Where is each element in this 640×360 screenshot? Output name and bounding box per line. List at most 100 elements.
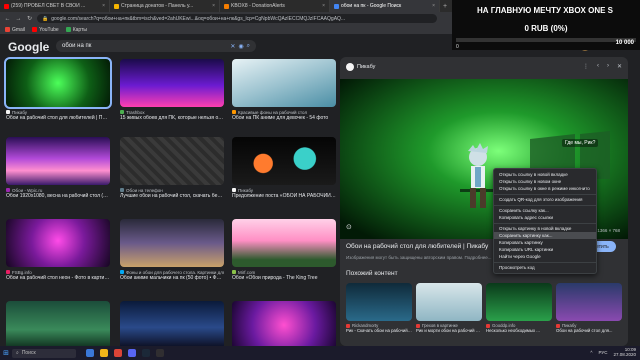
image-result-card[interactable] xyxy=(6,301,110,346)
context-menu-item[interactable]: Просмотреть код xyxy=(494,264,596,271)
related-item[interactable]: Пикабу Обои на рабочий стол для... xyxy=(556,283,622,333)
search-icon[interactable]: ⌕ xyxy=(247,43,250,50)
image-result-card[interactable]: FSBg.info Обои на рабочий стол неон - Фот… xyxy=(6,219,110,282)
clear-icon[interactable]: ✕ xyxy=(230,43,235,50)
windows-start-icon[interactable]: ⊞ xyxy=(0,349,12,357)
language-indicator[interactable]: РУС xyxy=(598,350,607,355)
related-item[interactable]: Gooddp.info Несколько необходимых ... xyxy=(486,283,552,333)
browser-tab[interactable]: Страница донатов - Панель у... × xyxy=(110,0,220,12)
related-thumbnail[interactable] xyxy=(556,283,622,321)
browser-tab[interactable]: KBOX8 - DonationAlerts × xyxy=(220,0,330,12)
image-result-card[interactable]: Фоны и обои для рабочего стола. Картинки… xyxy=(120,219,224,282)
context-menu-item[interactable]: Создать QR-код для этого изображения xyxy=(494,196,596,203)
image-result-card[interactable]: Пикабу Предолжение поста «ОБОИ НА РАБОЧИЙ… xyxy=(232,137,336,200)
result-thumbnail[interactable] xyxy=(120,301,224,346)
bookmark-item[interactable]: Карты xyxy=(65,27,87,33)
result-caption[interactable]: 15 живых обоев для ПК, которые нельзя от… xyxy=(120,115,224,122)
result-thumbnail[interactable] xyxy=(232,137,336,185)
image-result-card[interactable]: Trashbox 15 живых обоев для ПК, которые н… xyxy=(120,59,224,122)
result-thumbnail[interactable] xyxy=(232,59,336,107)
result-thumbnail[interactable] xyxy=(120,59,224,107)
related-caption[interactable]: Рик и морти обои на рабочий стол... xyxy=(416,328,482,333)
related-thumbnail[interactable] xyxy=(486,283,552,321)
result-thumbnail[interactable] xyxy=(6,219,110,267)
chrome-icon[interactable] xyxy=(114,349,122,357)
related-item[interactable]: Rickandmorty Рик - Скачать обои на рабочи… xyxy=(346,283,412,333)
image-result-card[interactable] xyxy=(120,301,224,346)
image-result-card[interactable]: Пикабу Обои на рабочий стол для любителей… xyxy=(4,57,112,122)
more-icon[interactable]: ⋮ xyxy=(583,63,589,70)
bookmark-item[interactable]: YouTube xyxy=(32,27,59,33)
image-result-card[interactable]: Обои - Wpic.ru Обои 1920x1080, весна на р… xyxy=(6,137,110,200)
result-caption[interactable]: Обои на ПК аниме для девочек - 54 фото xyxy=(232,115,336,122)
result-thumbnail[interactable] xyxy=(120,137,224,185)
result-caption[interactable]: Обои 1920x1080, весна на рабочий стол (3… xyxy=(6,193,110,200)
image-result-card[interactable]: Красивые фоны на рабочий стол Обои на ПК … xyxy=(232,59,336,122)
steam-icon[interactable] xyxy=(142,349,150,357)
context-menu-item[interactable]: Сохранить картинку как... xyxy=(494,232,596,239)
context-menu-item[interactable]: Копировать картинку xyxy=(494,239,596,246)
context-menu-item[interactable]: Сохранить ссылку как... xyxy=(494,207,596,214)
task-view-icon[interactable] xyxy=(86,349,94,357)
result-thumbnail[interactable] xyxy=(120,219,224,267)
image-result-card[interactable]: Обои на телефон Лучшие обои на рабочий ст… xyxy=(120,137,224,200)
result-caption[interactable]: Обои на рабочий стол неон - Фото в карти… xyxy=(6,275,110,282)
result-thumbnail[interactable] xyxy=(6,301,110,346)
related-caption[interactable]: Несколько необходимых ... xyxy=(486,328,552,333)
prev-icon[interactable]: ‹ xyxy=(597,63,599,70)
tab-close-icon[interactable]: × xyxy=(212,3,215,9)
obs-icon[interactable] xyxy=(156,349,164,357)
close-icon[interactable]: ✕ xyxy=(617,63,622,70)
result-caption[interactable]: Обои на рабочий стол для любителей | Пик… xyxy=(6,115,110,122)
image-result-card[interactable] xyxy=(232,301,336,346)
result-caption[interactable]: Обои аниме мальчики на пк (50 фото) • Фо… xyxy=(120,275,224,282)
result-source-label: Обои - Wpic.ru xyxy=(12,187,43,193)
new-tab-button[interactable]: + xyxy=(440,3,450,10)
preview-source[interactable]: Пикабу xyxy=(346,63,375,71)
related-thumbnail[interactable] xyxy=(346,283,412,321)
bookmark-item[interactable]: Gmail xyxy=(5,27,25,33)
url-input[interactable]: 🔒 google.com/search?q=обои+на+пк&tbm=isc… xyxy=(37,14,437,23)
context-menu-item[interactable]: Открыть ссылку в новом окне xyxy=(494,178,596,185)
forward-icon[interactable]: → xyxy=(15,16,22,22)
back-icon[interactable]: ← xyxy=(4,16,11,22)
related-favicon-icon xyxy=(416,323,420,328)
file-explorer-icon[interactable] xyxy=(100,349,108,357)
related-caption[interactable]: Обои на рабочий стол для... xyxy=(556,328,622,333)
related-thumbnail[interactable] xyxy=(416,283,482,321)
reload-icon[interactable]: ↻ xyxy=(26,15,33,22)
related-caption[interactable]: Рик - Скачать обои на рабочий ... xyxy=(346,328,412,333)
lens-icon[interactable]: ⊙ xyxy=(346,223,352,231)
next-icon[interactable]: › xyxy=(607,63,609,70)
result-thumbnail[interactable] xyxy=(232,301,336,346)
camera-icon[interactable]: ◉ xyxy=(238,43,243,50)
result-caption[interactable]: Обои «Обои природа - The King Tree xyxy=(232,275,336,282)
search-input[interactable]: обои на пк xyxy=(62,43,227,49)
context-menu-item[interactable]: Открыть картинку в новой вкладке xyxy=(494,225,596,232)
context-menu-item[interactable]: Копировать URL картинки xyxy=(494,246,596,253)
result-caption[interactable]: Лучшие обои на рабочий стол, скачать бес… xyxy=(120,193,224,200)
context-menu-item[interactable]: Открыть ссылку в новой вкладке xyxy=(494,171,596,178)
clock[interactable]: 10:09 27.08.2020 xyxy=(613,347,636,357)
result-thumbnail[interactable] xyxy=(4,57,112,109)
context-menu-item[interactable]: Копировать адрес ссылки xyxy=(494,214,596,221)
preview-title[interactable]: Обои на рабочий стол для любителей | Пик… xyxy=(346,243,488,250)
related-item[interactable]: Грехов в картинке Рик и морти обои на раб… xyxy=(416,283,482,333)
browser-tab[interactable]: (259) ПРОБЕЛ СВЕТ В СВОЙ ... × xyxy=(0,0,110,12)
tab-close-icon[interactable]: × xyxy=(432,3,435,9)
result-thumbnail[interactable] xyxy=(6,137,110,185)
discord-icon[interactable] xyxy=(128,349,136,357)
result-thumbnail[interactable] xyxy=(232,219,336,267)
search-box[interactable]: обои на пк ✕ ◉ ⌕ xyxy=(56,40,256,52)
tab-close-icon[interactable]: × xyxy=(322,3,325,9)
tray-arrow-icon[interactable]: ^ xyxy=(590,350,592,355)
browser-tab[interactable]: обои на пк - Google Поиск × xyxy=(330,0,440,12)
context-menu-separator xyxy=(494,222,596,224)
image-result-card[interactable]: Mirf.com Обои «Обои природа - The King Tr… xyxy=(232,219,336,282)
taskbar-search[interactable]: ⌕ Поиск xyxy=(12,348,76,358)
google-logo[interactable]: Google xyxy=(8,40,49,54)
result-caption[interactable]: Предолжение поста «ОБОИ НА РАБОЧИЙ ... xyxy=(232,193,336,200)
tab-close-icon[interactable]: × xyxy=(102,3,105,9)
context-menu-item[interactable]: Найти через Google xyxy=(494,253,596,260)
context-menu-item[interactable]: Открыть ссылку в окне в режиме инкогнито xyxy=(494,185,596,192)
